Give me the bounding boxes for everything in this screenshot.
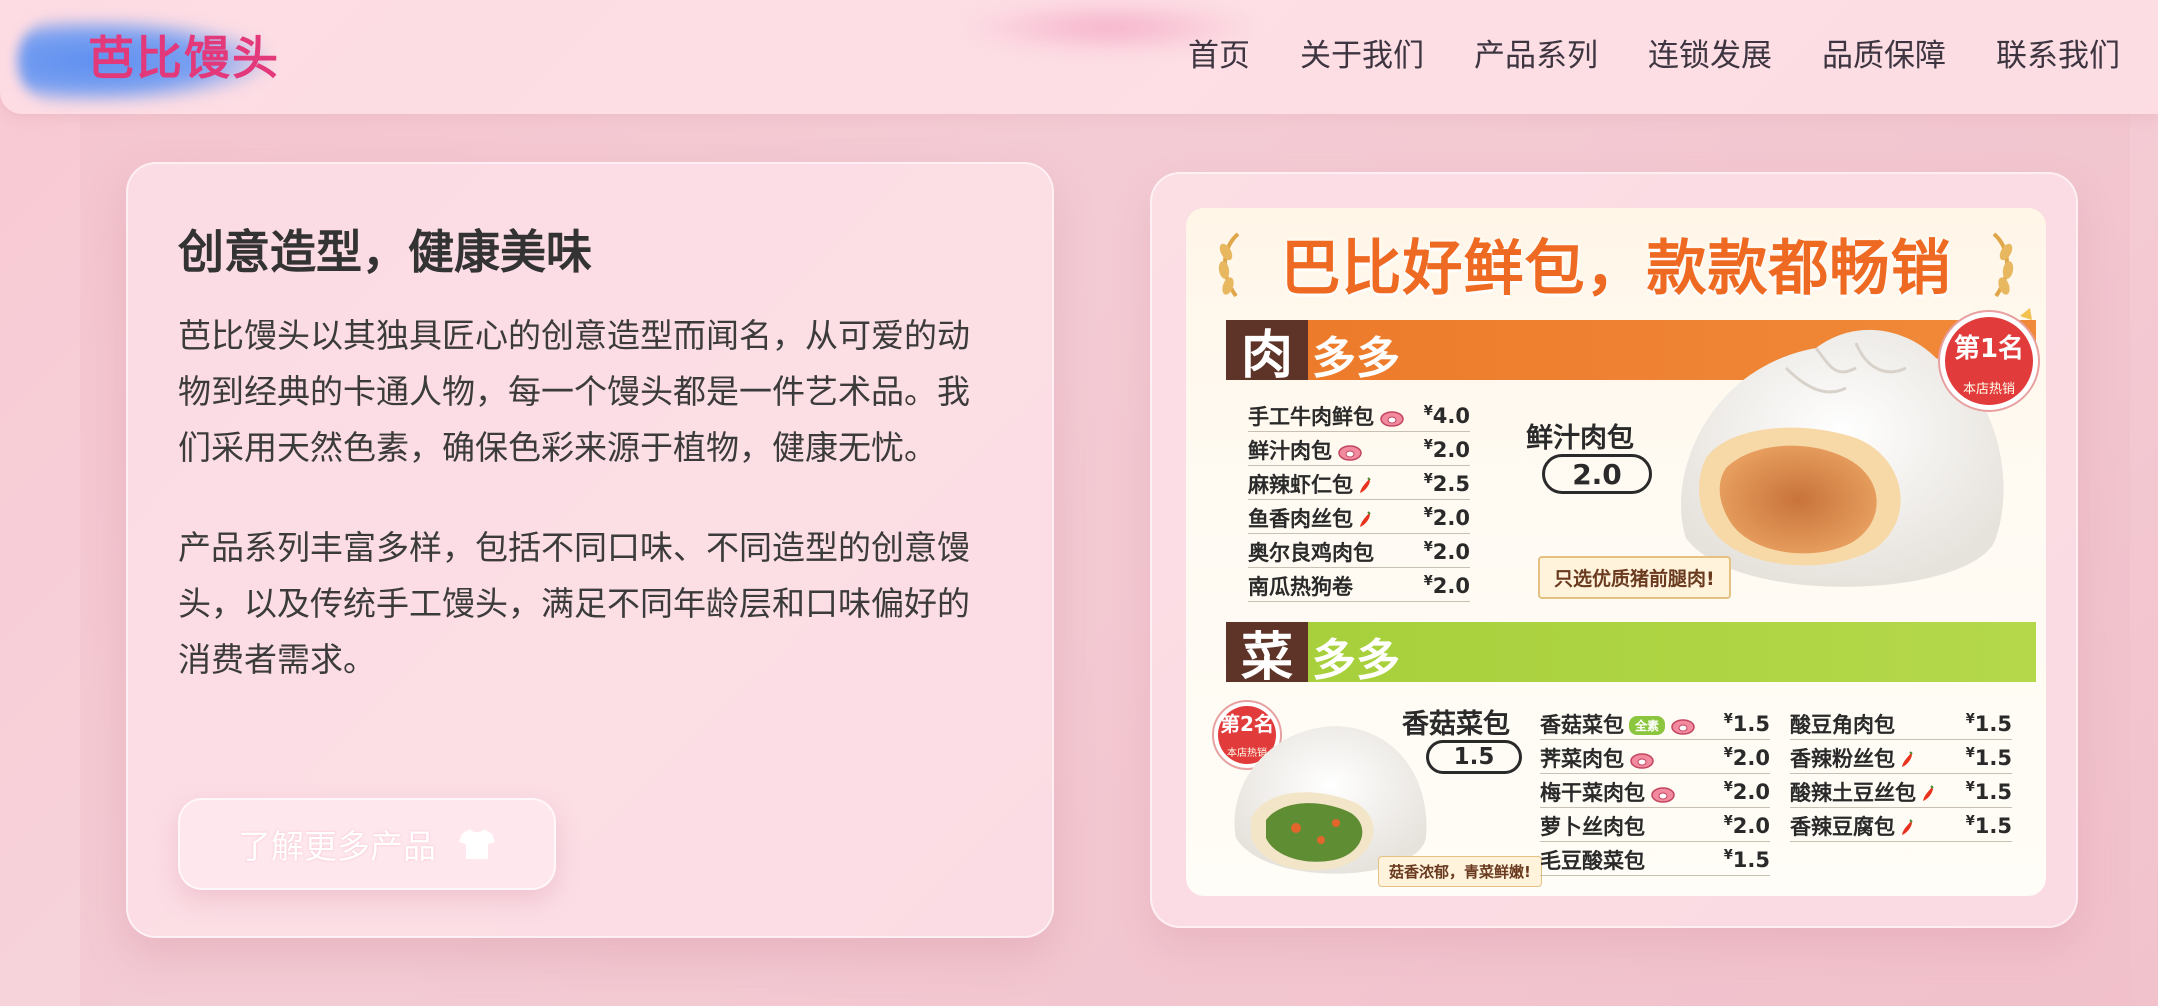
menu-item-price: ¥1.5	[1723, 711, 1770, 736]
chili-icon	[1360, 476, 1371, 493]
menu-item-price: ¥1.5	[1965, 779, 2012, 804]
menu-item-price: ¥2.0	[1723, 745, 1770, 770]
menu-item-name: 香辣豆腐包	[1790, 811, 1966, 841]
nav-about[interactable]: 关于我们	[1300, 30, 1424, 75]
chili-icon	[1902, 750, 1913, 767]
menu-item-price: ¥1.5	[1965, 745, 2012, 770]
menu-item-name: 荠菜肉包	[1540, 743, 1724, 773]
menu-item-price: ¥2.5	[1423, 471, 1470, 496]
menu-item-row: 酸辣土豆丝包 ¥1.5	[1790, 776, 2012, 808]
menu-item-price: ¥2.0	[1723, 813, 1770, 838]
menu-title: 巴比好鲜包，款款都畅销	[1280, 234, 1952, 304]
menu-item-name: 萝卜丝肉包	[1540, 814, 1645, 839]
nav-quality[interactable]: 品质保障	[1822, 30, 1946, 75]
nav-home[interactable]: 首页	[1188, 30, 1250, 75]
menu-item-name: 奥尔良鸡肉包	[1248, 540, 1374, 565]
veg-section-rest: 多多	[1312, 635, 1400, 686]
menu-item-price: ¥1.5	[1965, 813, 2012, 838]
menu-item-row: 香辣豆腐包 ¥1.5	[1790, 810, 2012, 842]
intro-paragraph-2: 产品系列丰富多样，包括不同口味、不同造型的创意馒头，以及传统手工馒头，满足不同年…	[178, 528, 970, 679]
pig-icon	[1651, 786, 1675, 803]
menu-item-name: 毛豆酸菜包	[1540, 848, 1645, 873]
chili-icon	[1360, 510, 1371, 527]
learn-more-label: 了解更多产品	[238, 827, 436, 866]
pig-icon	[1630, 752, 1654, 769]
pig-icon	[1380, 410, 1404, 427]
menu-item-name: 酸豆角肉包	[1790, 712, 1895, 737]
menu-item-row: 梅干菜肉包 ¥2.0	[1540, 776, 1770, 808]
menu-card: 巴比好鲜包，款款都畅销 肉 多多 手工牛肉鲜包 ¥4.0 鲜汁肉包 ¥2.0 麻辣虾仁包…	[1150, 172, 2078, 928]
menu-item-name: 梅干菜肉包	[1540, 777, 1724, 807]
menu-item-price: ¥4.0	[1423, 403, 1470, 428]
menu-item-row: 南瓜热狗卷 ¥2.0	[1248, 570, 1470, 602]
menu-item-price: ¥2.0	[1423, 539, 1470, 564]
menu-item-row: 香辣粉丝包 ¥1.5	[1790, 742, 2012, 774]
site-header: 芭比馒头 首页 关于我们 产品系列 连锁发展 品质保障 联系我们	[0, 0, 2158, 114]
nav-franchise[interactable]: 连锁发展	[1648, 30, 1772, 75]
veg-section-char: 菜	[1226, 622, 1308, 688]
menu-item-name: 南瓜热狗卷	[1248, 574, 1353, 599]
menu-item-name: 香菇菜包 全素	[1540, 709, 1724, 739]
menu-item-name: 麻辣虾仁包	[1248, 469, 1424, 499]
vegan-badge: 全素	[1629, 716, 1666, 735]
menu-item-row: 酸豆角肉包 ¥1.5	[1790, 708, 2012, 740]
menu-item-row: 奥尔良鸡肉包 ¥2.0	[1248, 536, 1470, 568]
menu-item-price: ¥1.5	[1965, 711, 2012, 736]
rank-1-label: 第1名	[1953, 334, 2025, 364]
veg-feature-price-value: 1.5	[1453, 744, 1495, 770]
veg-feature-price: 1.5	[1426, 740, 1522, 774]
meat-feature-price: 2.0	[1542, 454, 1652, 494]
menu-item-name: 酸辣土豆丝包	[1790, 777, 1966, 807]
chili-icon	[1923, 784, 1934, 801]
menu-item-row: 鲜汁肉包 ¥2.0	[1248, 434, 1470, 466]
menu-item-name: 手工牛肉鲜包	[1248, 401, 1424, 431]
intro-paragraph-1: 芭比馒头以其独具匠心的创意造型而闻名，从可爱的动物到经典的卡通人物，每一个馒头都…	[178, 316, 970, 467]
menu-item-price: ¥2.0	[1423, 505, 1470, 530]
nav-products[interactable]: 产品系列	[1474, 30, 1598, 75]
meat-feature-price-value: 2.0	[1572, 457, 1622, 491]
intro-card: 创意造型，健康美味 芭比馒头以其独具匠心的创意造型而闻名，从可爱的动物到经典的卡…	[126, 162, 1054, 938]
pig-icon	[1338, 444, 1362, 461]
chili-icon	[1902, 818, 1913, 835]
menu-item-name: 鲜汁肉包	[1248, 435, 1424, 465]
menu-item-row: 萝卜丝肉包 ¥2.0	[1540, 810, 1770, 842]
menu-item-price: ¥2.0	[1423, 437, 1470, 462]
nav-contact[interactable]: 联系我们	[1996, 30, 2120, 75]
menu-item-row: 手工牛肉鲜包 ¥4.0	[1248, 400, 1470, 432]
main-nav: 首页 关于我们 产品系列 连锁发展 品质保障 联系我们	[1188, 30, 2120, 75]
pig-icon	[1671, 718, 1695, 735]
intro-title: 创意造型，健康美味	[178, 225, 592, 279]
menu-item-name: 香辣粉丝包	[1790, 743, 1966, 773]
menu-item-row: 麻辣虾仁包 ¥2.5	[1248, 468, 1470, 500]
meat-feature-name: 鲜汁肉包	[1526, 423, 1634, 454]
menu-item-price: ¥2.0	[1423, 573, 1470, 598]
meat-section-rest: 多多	[1312, 333, 1400, 384]
veg-callout: 菇香浓郁，青菜鲜嫩!	[1378, 856, 1542, 887]
menu-item-name: 鱼香肉丝包	[1248, 503, 1424, 533]
learn-more-button[interactable]: 了解更多产品	[178, 798, 556, 890]
menu-item-row: 香菇菜包 全素 ¥1.5	[1540, 708, 1770, 740]
meat-callout: 只选优质猪前腿肉!	[1538, 556, 1731, 599]
veg-feature-name: 香菇菜包	[1402, 709, 1510, 740]
menu-poster: 巴比好鲜包，款款都畅销 肉 多多 手工牛肉鲜包 ¥4.0 鲜汁肉包 ¥2.0 麻辣虾仁包…	[1186, 208, 2046, 896]
menu-item-row: 荠菜肉包 ¥2.0	[1540, 742, 1770, 774]
shirt-icon	[459, 829, 495, 859]
menu-item-price: ¥1.5	[1723, 847, 1770, 872]
rank-1-sub: 本店热销	[1962, 382, 2015, 397]
site-logo[interactable]: 芭比馒头	[88, 22, 280, 88]
menu-item-row: 鱼香肉丝包 ¥2.0	[1248, 502, 1470, 534]
menu-item-price: ¥2.0	[1723, 779, 1770, 804]
meat-section-char: 肉	[1226, 320, 1308, 386]
menu-item-row: 毛豆酸菜包 ¥1.5	[1540, 844, 1770, 876]
